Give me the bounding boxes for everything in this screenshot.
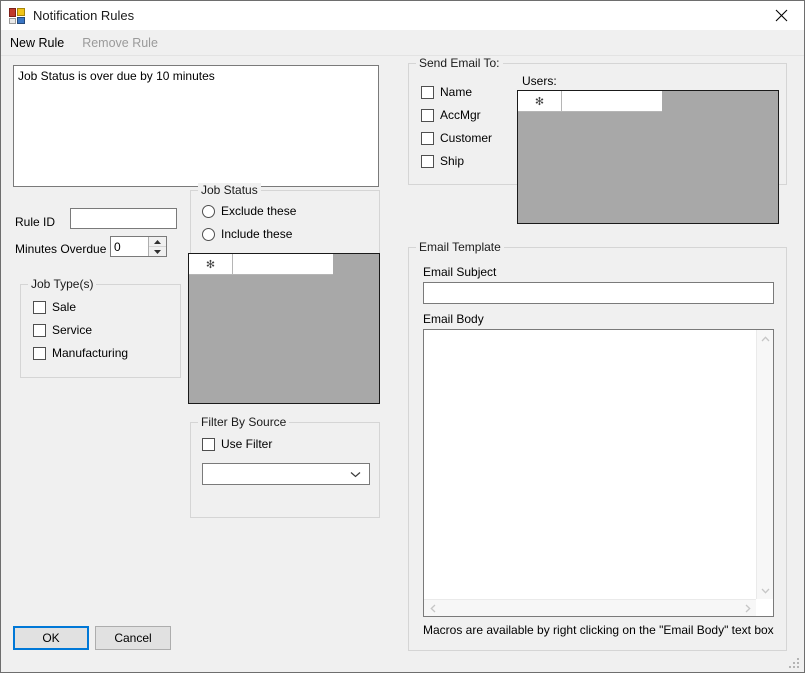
checkbox-manufacturing-label: Manufacturing xyxy=(52,346,128,360)
job-status-grid[interactable]: ✻ xyxy=(188,253,380,404)
rule-id-input[interactable] xyxy=(70,208,177,229)
stepper-down-icon[interactable] xyxy=(149,247,166,256)
email-body-label: Email Body xyxy=(423,312,484,326)
minutes-overdue-stepper[interactable]: 0 xyxy=(110,236,167,257)
checkbox-ship[interactable]: Ship xyxy=(421,154,464,168)
checkbox-customer[interactable]: Customer xyxy=(421,131,492,145)
grid-cell[interactable] xyxy=(562,91,662,112)
job-types-group: Job Type(s) Sale Service Manufacturing xyxy=(20,284,181,378)
grid-cell[interactable] xyxy=(233,254,333,275)
checkbox-sale-label: Sale xyxy=(52,300,76,314)
resize-grip[interactable] xyxy=(789,658,801,670)
radio-include-these-label: Include these xyxy=(221,227,292,241)
radio-exclude-these[interactable]: Exclude these xyxy=(202,204,296,218)
job-status-group: Job Status Exclude these Include these xyxy=(190,190,380,254)
checkbox-icon xyxy=(202,438,215,451)
checkbox-sale[interactable]: Sale xyxy=(33,300,76,314)
radio-include-these[interactable]: Include these xyxy=(202,227,292,241)
checkbox-name-label: Name xyxy=(440,85,472,99)
checkbox-customer-label: Customer xyxy=(440,131,492,145)
menu-item-remove-rule[interactable]: Remove Rule xyxy=(73,32,167,54)
send-email-to-legend: Send Email To: xyxy=(416,56,503,70)
menu-item-new-rule[interactable]: New Rule xyxy=(1,32,73,54)
email-subject-input[interactable] xyxy=(423,282,774,304)
checkbox-use-filter[interactable]: Use Filter xyxy=(202,437,272,451)
checkbox-icon xyxy=(421,132,434,145)
email-template-group: Email Template Email Subject Email Body xyxy=(408,247,787,651)
email-subject-label: Email Subject xyxy=(423,265,496,279)
checkbox-manufacturing[interactable]: Manufacturing xyxy=(33,346,128,360)
radio-exclude-these-label: Exclude these xyxy=(221,204,296,218)
checkbox-ship-label: Ship xyxy=(440,154,464,168)
checkbox-accmgr[interactable]: AccMgr xyxy=(421,108,481,122)
dialog-body: Job Status is over due by 10 minutes Rul… xyxy=(1,56,804,672)
stepper-up-icon[interactable] xyxy=(149,237,166,247)
rule-description-value: Job Status is over due by 10 minutes xyxy=(14,66,378,87)
close-icon[interactable] xyxy=(759,1,804,30)
checkbox-icon xyxy=(33,347,46,360)
rule-description-textbox[interactable]: Job Status is over due by 10 minutes xyxy=(13,65,379,187)
scroll-down-icon[interactable] xyxy=(757,582,774,599)
job-status-legend: Job Status xyxy=(198,183,261,197)
cancel-button[interactable]: Cancel xyxy=(95,626,171,650)
email-body-horizontal-scrollbar[interactable] xyxy=(424,599,756,616)
checkbox-icon xyxy=(421,155,434,168)
close-glyph xyxy=(775,9,788,22)
rule-id-label: Rule ID xyxy=(15,215,55,229)
scroll-up-icon[interactable] xyxy=(757,330,774,347)
chevron-down-icon xyxy=(350,467,361,481)
email-body-value xyxy=(424,330,756,599)
scroll-left-icon[interactable] xyxy=(424,600,441,617)
new-row-marker: ✻ xyxy=(189,254,233,275)
notification-rules-window: Notification Rules New Rule Remove Rule … xyxy=(0,0,805,673)
rule-id-value xyxy=(71,209,176,213)
ok-button[interactable]: OK xyxy=(13,626,89,650)
table-row[interactable]: ✻ xyxy=(518,91,778,112)
minutes-overdue-value: 0 xyxy=(111,237,148,256)
email-body-textarea[interactable] xyxy=(423,329,774,617)
filter-by-source-group: Filter By Source Use Filter xyxy=(190,422,380,518)
filter-by-source-legend: Filter By Source xyxy=(198,415,289,429)
checkbox-use-filter-label: Use Filter xyxy=(221,437,272,451)
users-grid[interactable]: ✻ xyxy=(517,90,779,224)
title-bar: Notification Rules xyxy=(1,1,804,30)
checkbox-accmgr-label: AccMgr xyxy=(440,108,481,122)
checkbox-icon xyxy=(33,301,46,314)
checkbox-service[interactable]: Service xyxy=(33,323,92,337)
minutes-overdue-label: Minutes Overdue xyxy=(15,242,106,256)
job-types-legend: Job Type(s) xyxy=(28,277,96,291)
form-icon xyxy=(9,8,25,24)
checkbox-icon xyxy=(421,109,434,122)
ok-button-label: OK xyxy=(42,631,59,645)
table-row[interactable]: ✻ xyxy=(189,254,379,275)
email-body-vertical-scrollbar[interactable] xyxy=(756,330,773,599)
stepper-buttons xyxy=(148,237,166,256)
users-label: Users: xyxy=(522,74,557,88)
checkbox-icon xyxy=(421,86,434,99)
radio-icon xyxy=(202,205,215,218)
radio-icon xyxy=(202,228,215,241)
email-template-legend: Email Template xyxy=(416,240,504,254)
new-row-marker: ✻ xyxy=(518,91,562,112)
scroll-right-icon[interactable] xyxy=(739,600,756,617)
source-filter-combobox[interactable] xyxy=(202,463,370,485)
checkbox-service-label: Service xyxy=(52,323,92,337)
menu-bar: New Rule Remove Rule xyxy=(1,30,804,56)
macros-hint: Macros are available by right clicking o… xyxy=(423,623,774,637)
window-title: Notification Rules xyxy=(33,8,134,23)
email-subject-value xyxy=(424,283,773,289)
checkbox-icon xyxy=(33,324,46,337)
checkbox-name[interactable]: Name xyxy=(421,85,472,99)
cancel-button-label: Cancel xyxy=(114,631,151,645)
